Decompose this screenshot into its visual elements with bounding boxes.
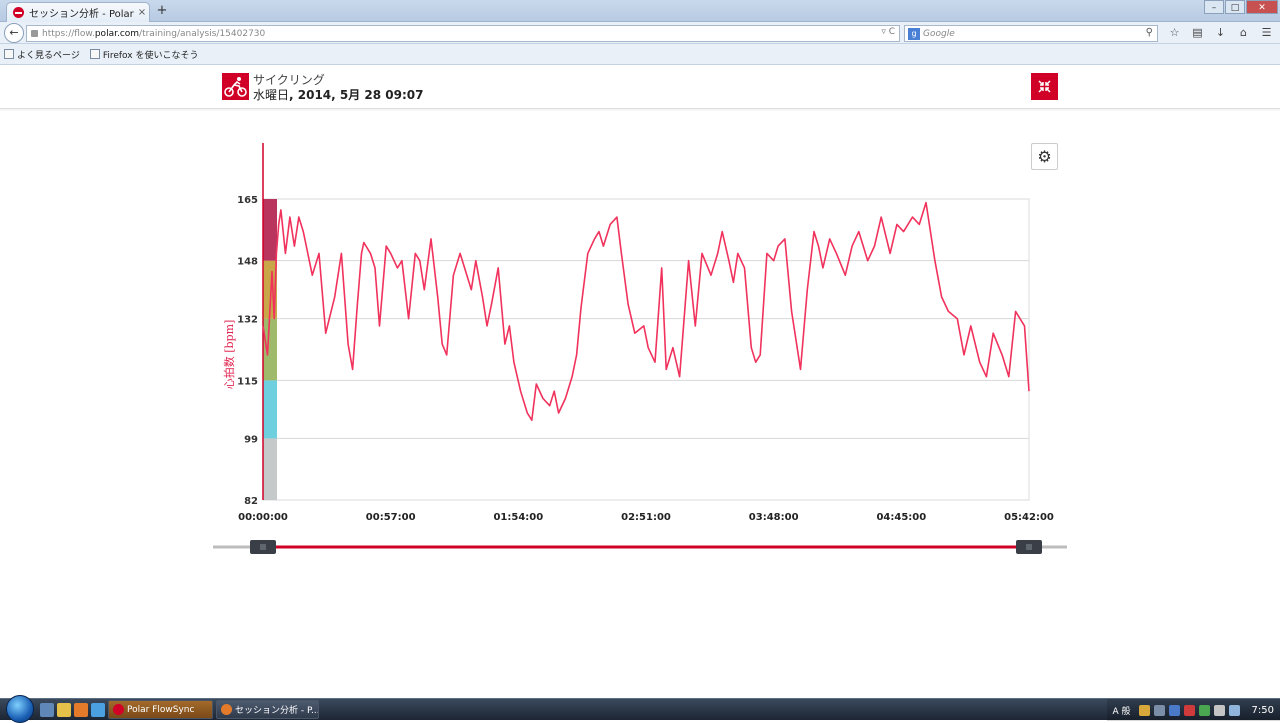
- search-icon[interactable]: ⚲: [1146, 27, 1153, 38]
- heart-rate-chart: 82 99 115 132 148 165 心拍数 [bpm] 00:00:00 00:57:0…: [0, 110, 1280, 580]
- back-button[interactable]: ←: [4, 23, 24, 43]
- hr-zone-band: [263, 380, 277, 438]
- ime-indicator[interactable]: A 般: [1113, 704, 1131, 717]
- windows-taskbar: Polar FlowSync セッション分析 - P... A 般 7:50: [0, 698, 1280, 720]
- minimize-button[interactable]: –: [1204, 0, 1224, 14]
- lock-icon: [31, 30, 38, 37]
- volume-icon[interactable]: [1214, 705, 1225, 716]
- quick-launch: [40, 703, 108, 717]
- search-bar[interactable]: g Google ⚲: [904, 25, 1158, 42]
- firefox-icon: [221, 704, 232, 715]
- tray-icon[interactable]: [1154, 705, 1165, 716]
- navigation-bar: ← https://flow.polar.com/training/analys…: [0, 22, 1280, 44]
- hr-zone-band: [263, 319, 277, 381]
- y-tick-label: 115: [237, 376, 258, 387]
- session-header: サイクリング 水曜日, 2014, 5月 28 09:07: [0, 66, 1280, 109]
- bookmark-page-icon: [90, 49, 100, 59]
- window-close-button[interactable]: ✕: [1246, 0, 1278, 14]
- browser-tab[interactable]: セッション分析 - Polar Flow ×: [6, 2, 150, 22]
- window-controls: – □ ✕: [1203, 0, 1278, 14]
- chart-canvas: 82 99 115 132 148 165 心拍数 [bpm] 00:00:00 00:57:0…: [0, 110, 1280, 580]
- tray-icon[interactable]: [1139, 705, 1150, 716]
- x-tick-label: 03:48:00: [749, 512, 799, 523]
- maximize-button[interactable]: □: [1225, 0, 1245, 14]
- system-tray: A 般 7:50: [1107, 699, 1280, 721]
- polar-favicon-icon: [13, 7, 24, 18]
- bookmarks-bar: よく見るページ Firefox を使いこなそう: [0, 44, 1280, 65]
- session-datetime: 水曜日, 2014, 5月 28 09:07: [253, 86, 424, 103]
- tab-close-icon[interactable]: ×: [135, 7, 149, 18]
- session-weekday: 水曜日: [253, 88, 289, 102]
- browser-tab-bar: セッション分析 - Polar Flow × + – □ ✕: [0, 0, 1280, 22]
- firefox-quick-icon[interactable]: [74, 703, 88, 717]
- hr-zone-band: [263, 438, 277, 500]
- task-firefox[interactable]: セッション分析 - P...: [216, 700, 319, 719]
- url-path: /training/analysis/15402730: [139, 29, 265, 39]
- bookmark-label: Firefox を使いこなそう: [103, 48, 199, 61]
- collapse-arrows-icon: [1031, 73, 1058, 100]
- x-tick-label: 00:57:00: [366, 512, 416, 523]
- network-icon[interactable]: [1229, 705, 1240, 716]
- bookmark-label: よく見るページ: [17, 48, 80, 61]
- new-tab-button[interactable]: +: [154, 3, 170, 19]
- y-tick-label: 132: [237, 315, 258, 326]
- x-tick-label: 02:51:00: [621, 512, 671, 523]
- explorer-icon[interactable]: [57, 703, 71, 717]
- bookmarks-menu-icon[interactable]: ▤: [1186, 25, 1209, 41]
- reload-icon[interactable]: ▿ C: [881, 27, 895, 37]
- polar-app-icon: [113, 704, 124, 715]
- y-axis-label: 心拍数 [bpm]: [222, 320, 236, 390]
- tab-title: セッション分析 - Polar Flow: [29, 5, 135, 20]
- x-tick-label: 01:54:00: [493, 512, 543, 523]
- task-label: Polar FlowSync: [127, 705, 194, 715]
- tray-icon[interactable]: [1169, 705, 1180, 716]
- menu-icon[interactable]: ☰: [1255, 25, 1278, 41]
- tray-icons: [1139, 705, 1244, 716]
- url-prefix: https://flow.: [42, 29, 95, 39]
- collapse-view-button[interactable]: [1031, 73, 1058, 100]
- google-engine-icon[interactable]: g: [908, 28, 920, 40]
- y-tick-label: 148: [237, 257, 258, 268]
- search-placeholder: Google: [923, 29, 955, 39]
- y-tick-label: 165: [237, 195, 258, 206]
- cycling-icon: [222, 73, 249, 100]
- tray-icon[interactable]: [1199, 705, 1210, 716]
- bookmark-star-icon[interactable]: ☆: [1163, 25, 1186, 41]
- system-clock: 7:50: [1252, 705, 1274, 716]
- home-icon[interactable]: ⌂: [1232, 25, 1255, 41]
- url-host: polar.com: [95, 29, 139, 39]
- url-bar[interactable]: https://flow.polar.com/training/analysis…: [26, 25, 900, 42]
- download-icon[interactable]: ↓: [1209, 25, 1232, 41]
- x-tick-label: 05:42:00: [1004, 512, 1054, 523]
- plot-area: [263, 199, 1029, 500]
- ie-icon[interactable]: [91, 703, 105, 717]
- task-label: セッション分析 - P...: [235, 703, 319, 716]
- session-date: , 2014, 5月 28 09:07: [289, 88, 423, 102]
- bookmark-folder-icon: [4, 49, 14, 59]
- task-polar-flowsync[interactable]: Polar FlowSync: [108, 700, 213, 719]
- x-tick-label: 00:00:00: [238, 512, 288, 523]
- hr-zone-band: [263, 199, 277, 261]
- x-tick-label: 04:45:00: [876, 512, 926, 523]
- start-button[interactable]: [6, 695, 34, 723]
- toolbar-icons: ☆ ▤ ↓ ⌂ ☰: [1163, 25, 1278, 41]
- y-tick-label: 99: [244, 434, 258, 445]
- bookmark-most-visited[interactable]: よく見るページ: [4, 48, 80, 61]
- y-tick-label: 82: [244, 496, 258, 507]
- tray-icon[interactable]: [1184, 705, 1195, 716]
- bookmark-firefox-tips[interactable]: Firefox を使いこなそう: [90, 48, 199, 61]
- show-desktop-icon[interactable]: [40, 703, 54, 717]
